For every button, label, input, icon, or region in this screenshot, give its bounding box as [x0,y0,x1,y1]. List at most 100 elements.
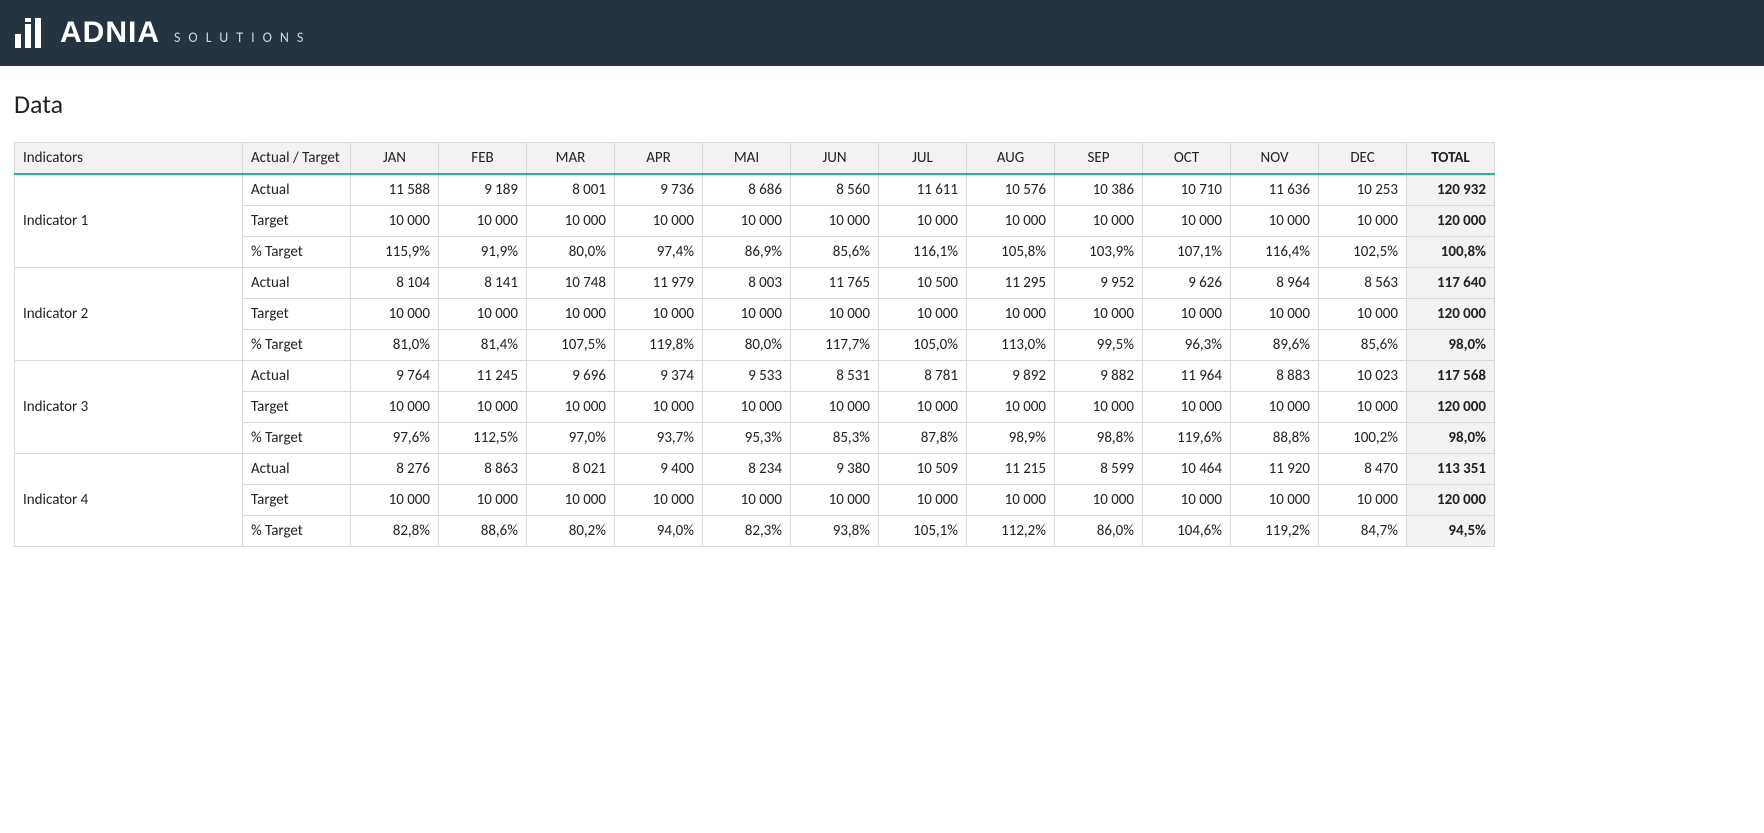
cell-value: 10 000 [703,206,791,237]
cell-value: 10 000 [351,485,439,516]
cell-value: 10 000 [615,392,703,423]
indicator-name: Indicator 1 [15,174,243,268]
row-label-actual: Actual [243,454,351,485]
header-month-aug: AUG [967,143,1055,175]
row-label-pct: % Target [243,516,351,547]
logo-bars-icon [14,16,48,50]
cell-value: 80,0% [527,237,615,268]
cell-value: 103,9% [1055,237,1143,268]
header-row: Indicators Actual / Target JAN FEB MAR A… [15,143,1495,175]
cell-value: 91,9% [439,237,527,268]
cell-value: 11 245 [439,361,527,392]
cell-value: 80,2% [527,516,615,547]
cell-value: 8 470 [1319,454,1407,485]
cell-value: 98,9% [967,423,1055,454]
cell-total: 98,0% [1407,330,1495,361]
cell-value: 8 964 [1231,268,1319,299]
cell-value: 10 000 [1231,392,1319,423]
cell-value: 10 000 [439,392,527,423]
cell-value: 10 710 [1143,174,1231,206]
cell-value: 10 000 [527,485,615,516]
page-title: Data [14,88,1750,120]
cell-value: 8 781 [879,361,967,392]
cell-value: 9 380 [791,454,879,485]
brand-name: ADNIA [60,16,160,50]
cell-value: 8 599 [1055,454,1143,485]
cell-value: 97,4% [615,237,703,268]
cell-value: 88,6% [439,516,527,547]
cell-value: 10 464 [1143,454,1231,485]
cell-value: 87,8% [879,423,967,454]
cell-value: 9 952 [1055,268,1143,299]
table-row: Indicator 3Actual9 76411 2459 6969 3749 … [15,361,1495,392]
cell-value: 119,8% [615,330,703,361]
cell-value: 100,2% [1319,423,1407,454]
cell-value: 11 765 [791,268,879,299]
cell-value: 97,0% [527,423,615,454]
cell-value: 9 696 [527,361,615,392]
table-row: Indicator 4Actual8 2768 8638 0219 4008 2… [15,454,1495,485]
cell-value: 107,1% [1143,237,1231,268]
cell-total: 98,0% [1407,423,1495,454]
cell-value: 96,3% [1143,330,1231,361]
cell-value: 10 000 [527,392,615,423]
cell-value: 10 000 [967,299,1055,330]
cell-total: 100,8% [1407,237,1495,268]
cell-value: 8 141 [439,268,527,299]
cell-value: 97,6% [351,423,439,454]
cell-value: 9 189 [439,174,527,206]
cell-value: 105,1% [879,516,967,547]
cell-value: 10 000 [439,206,527,237]
cell-value: 8 863 [439,454,527,485]
cell-value: 115,9% [351,237,439,268]
cell-value: 10 509 [879,454,967,485]
header-month-sep: SEP [1055,143,1143,175]
app-header: ADNIA SOLUTIONS [0,0,1764,66]
cell-value: 102,5% [1319,237,1407,268]
cell-value: 10 000 [351,392,439,423]
cell-value: 8 021 [527,454,615,485]
row-label-actual: Actual [243,268,351,299]
cell-value: 11 611 [879,174,967,206]
cell-value: 119,2% [1231,516,1319,547]
row-label-actual: Actual [243,174,351,206]
cell-value: 11 295 [967,268,1055,299]
brand-tagline: SOLUTIONS [174,29,311,46]
cell-value: 11 920 [1231,454,1319,485]
cell-value: 85,6% [1319,330,1407,361]
header-month-mai: MAI [703,143,791,175]
cell-value: 10 000 [1231,485,1319,516]
cell-total: 120 000 [1407,206,1495,237]
header-month-oct: OCT [1143,143,1231,175]
cell-value: 10 000 [703,299,791,330]
header-month-jan: JAN [351,143,439,175]
cell-value: 85,6% [791,237,879,268]
cell-value: 8 104 [351,268,439,299]
cell-value: 93,8% [791,516,879,547]
cell-value: 10 000 [351,299,439,330]
cell-value: 85,3% [791,423,879,454]
cell-value: 116,1% [879,237,967,268]
cell-value: 89,6% [1231,330,1319,361]
cell-value: 10 000 [615,299,703,330]
brand-logo: ADNIA SOLUTIONS [14,16,311,50]
row-label-target: Target [243,299,351,330]
cell-value: 11 215 [967,454,1055,485]
cell-value: 10 000 [1143,206,1231,237]
row-label-pct: % Target [243,423,351,454]
cell-value: 10 000 [1055,392,1143,423]
row-label-actual: Actual [243,361,351,392]
cell-value: 119,6% [1143,423,1231,454]
indicator-name: Indicator 3 [15,361,243,454]
cell-value: 10 000 [703,392,791,423]
header-month-apr: APR [615,143,703,175]
cell-value: 10 000 [879,299,967,330]
cell-value: 86,0% [1055,516,1143,547]
cell-value: 10 000 [439,299,527,330]
cell-value: 8 276 [351,454,439,485]
cell-value: 9 892 [967,361,1055,392]
cell-value: 10 000 [791,299,879,330]
cell-total: 120 000 [1407,392,1495,423]
cell-total: 94,5% [1407,516,1495,547]
cell-value: 10 023 [1319,361,1407,392]
